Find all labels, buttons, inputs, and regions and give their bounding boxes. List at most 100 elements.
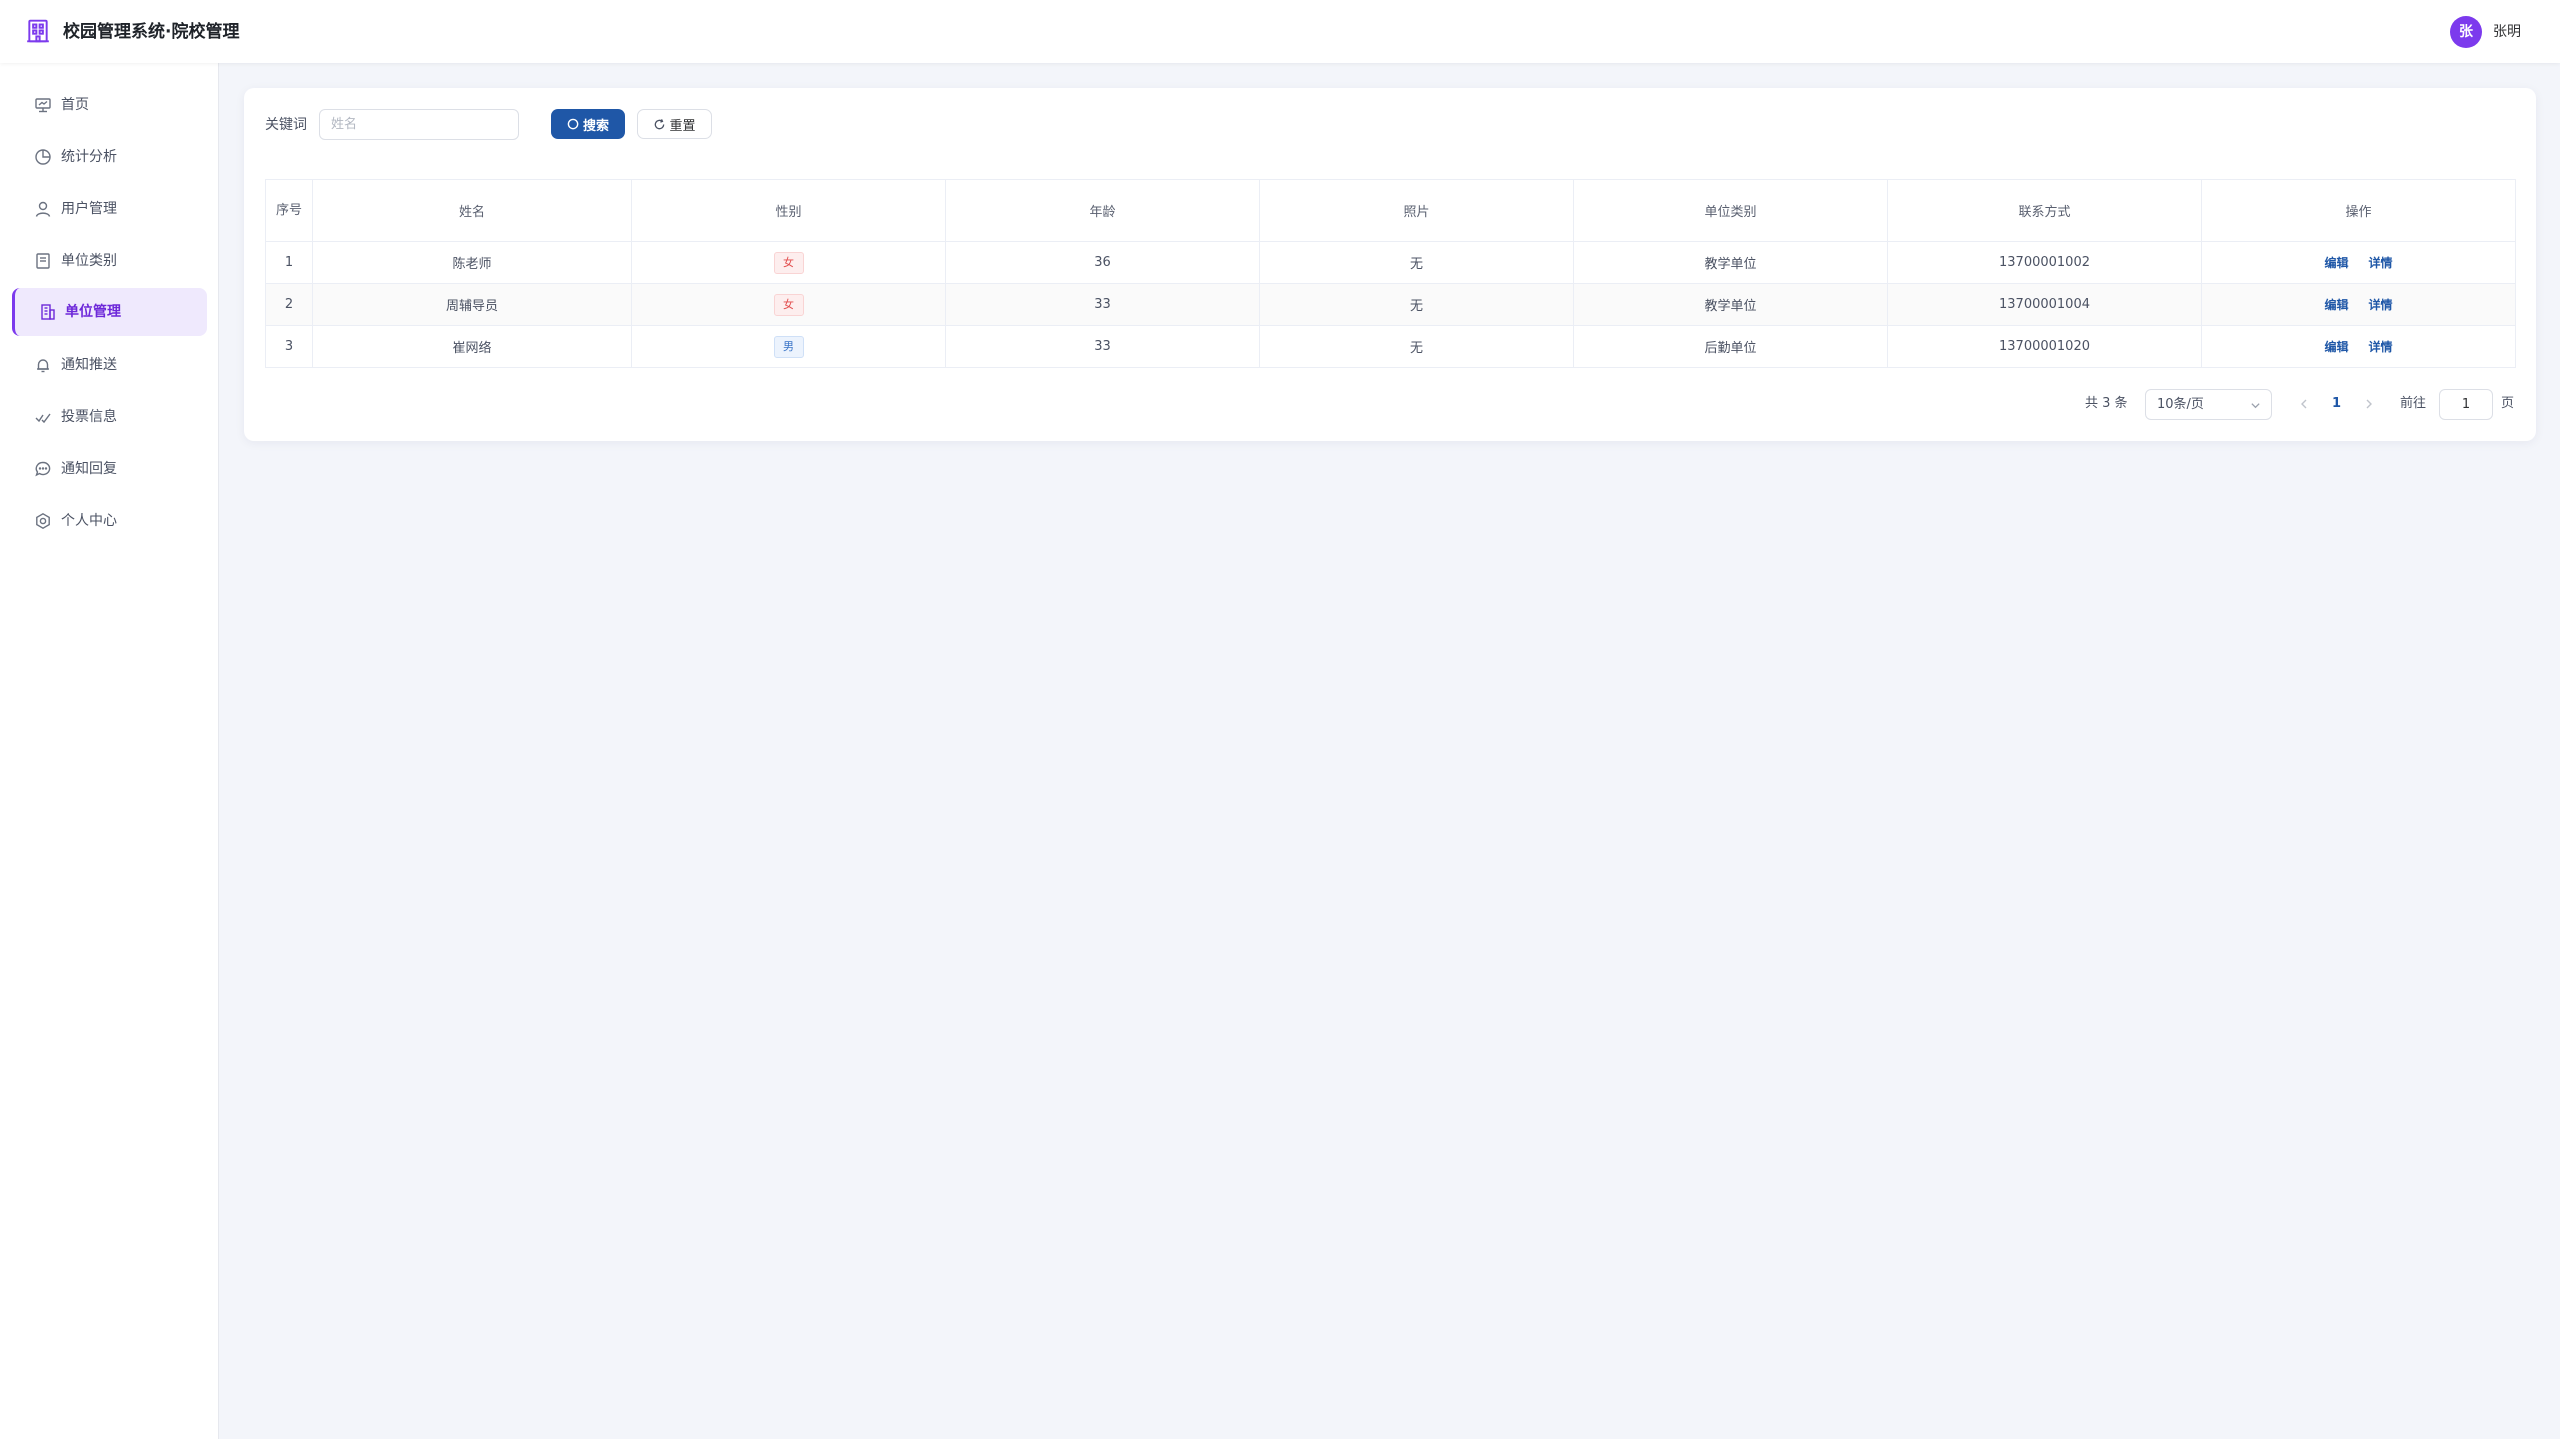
column-header-category: 单位类别 bbox=[1573, 179, 1888, 242]
sidebar-item-label: 单位管理 bbox=[65, 304, 121, 320]
vote-icon bbox=[34, 408, 52, 426]
page-size-value: 10条/页 bbox=[2157, 397, 2204, 412]
bell-icon bbox=[34, 356, 52, 374]
user-icon bbox=[34, 200, 52, 218]
table-header-row: 序号 姓名 性别 年龄 照片 单位类别 联系方式 操作 bbox=[265, 179, 2516, 242]
column-header-photo: 照片 bbox=[1259, 179, 1574, 242]
gender-tag: 女 bbox=[773, 293, 804, 316]
gender-tag: 女 bbox=[773, 251, 804, 274]
top-header: 校园管理系统·院校管理 张 张明 bbox=[0, 0, 2560, 63]
reset-button-label: 重置 bbox=[669, 118, 696, 134]
refresh-icon bbox=[655, 118, 665, 129]
keyword-label: 关键词 bbox=[265, 117, 307, 133]
app-title: 校园管理系统·院校管理 bbox=[63, 22, 240, 42]
gear-icon bbox=[34, 512, 52, 530]
sidebar-item-personal-center[interactable]: 个人中心 bbox=[12, 497, 207, 545]
dashboard-icon bbox=[34, 96, 52, 114]
chevron-right-icon bbox=[2366, 399, 2372, 409]
cell-category: 后勤单位 bbox=[1573, 325, 1888, 368]
cell-index: 3 bbox=[265, 325, 313, 368]
sidebar-item-label: 首页 bbox=[61, 97, 89, 113]
sidebar-item-label: 个人中心 bbox=[61, 513, 117, 529]
cell-name: 崔网络 bbox=[312, 325, 632, 368]
cell-contact: 13700001020 bbox=[1887, 325, 2202, 368]
table-row: 2 周辅导员 女 33 无 教学单位 13700001004 编辑 详情 bbox=[265, 283, 2516, 326]
column-header-actions: 操作 bbox=[2201, 179, 2516, 242]
gender-tag: 男 bbox=[773, 335, 804, 358]
search-button-label: 搜索 bbox=[582, 118, 609, 134]
detail-link[interactable]: 详情 bbox=[2369, 298, 2393, 312]
sidebar: 首页 统计分析 用户管理 单位类别 单位管理 通知推送 投票信息 通知回复 个人… bbox=[0, 63, 219, 1439]
column-header-contact: 联系方式 bbox=[1887, 179, 2202, 242]
sidebar-item-unit-management[interactable]: 单位管理 bbox=[12, 288, 207, 336]
edit-link[interactable]: 编辑 bbox=[2324, 340, 2348, 354]
cell-contact: 13700001002 bbox=[1887, 241, 2202, 284]
cell-contact: 13700001004 bbox=[1887, 283, 2202, 326]
sidebar-item-notification-push[interactable]: 通知推送 bbox=[12, 341, 207, 389]
column-header-index: 序号 bbox=[265, 179, 313, 242]
cell-name: 周辅导员 bbox=[312, 283, 632, 326]
cell-actions: 编辑 详情 bbox=[2201, 241, 2516, 284]
sidebar-item-label: 通知回复 bbox=[61, 461, 117, 477]
page-number[interactable]: 1 bbox=[2332, 394, 2341, 414]
table-row: 3 崔网络 男 33 无 后勤单位 13700001020 编辑 详情 bbox=[265, 325, 2516, 368]
cell-actions: 编辑 详情 bbox=[2201, 283, 2516, 326]
pie-chart-icon bbox=[34, 148, 52, 166]
search-input[interactable] bbox=[319, 109, 519, 140]
pagination-total: 共 3 条 bbox=[2085, 396, 2128, 411]
cell-photo: 无 bbox=[1259, 283, 1574, 326]
page-unit-label: 页 bbox=[2501, 396, 2515, 411]
sidebar-item-notification-reply[interactable]: 通知回复 bbox=[12, 445, 207, 493]
column-header-age: 年龄 bbox=[945, 179, 1260, 242]
cell-name: 陈老师 bbox=[312, 241, 632, 284]
edit-link[interactable]: 编辑 bbox=[2324, 298, 2348, 312]
cell-index: 2 bbox=[265, 283, 313, 326]
cell-age: 33 bbox=[945, 325, 1260, 368]
reset-button[interactable]: 重置 bbox=[637, 109, 712, 139]
goto-label: 前往 bbox=[2400, 396, 2427, 411]
cell-photo: 无 bbox=[1259, 325, 1574, 368]
document-icon bbox=[34, 252, 52, 270]
building-logo-icon bbox=[25, 18, 51, 44]
sidebar-item-unit-category[interactable]: 单位类别 bbox=[12, 237, 207, 285]
cell-category: 教学单位 bbox=[1573, 283, 1888, 326]
chat-icon bbox=[34, 460, 52, 478]
chevron-left-icon bbox=[2301, 399, 2307, 409]
page-size-select[interactable]: 10条/页 bbox=[2145, 389, 2272, 420]
sidebar-item-vote-info[interactable]: 投票信息 bbox=[12, 393, 207, 441]
building-icon bbox=[39, 303, 57, 321]
goto-page-input[interactable] bbox=[2439, 389, 2493, 420]
cell-category: 教学单位 bbox=[1573, 241, 1888, 284]
search-button[interactable]: 搜索 bbox=[551, 109, 625, 139]
chevron-down-icon bbox=[2251, 403, 2260, 409]
table-row: 1 陈老师 女 36 无 教学单位 13700001002 编辑 详情 bbox=[265, 241, 2516, 284]
cell-gender: 女 bbox=[631, 241, 946, 284]
cell-index: 1 bbox=[265, 241, 313, 284]
column-header-name: 姓名 bbox=[312, 179, 632, 242]
search-icon bbox=[567, 118, 579, 129]
sidebar-item-statistics[interactable]: 统计分析 bbox=[12, 133, 207, 181]
prev-page-button[interactable] bbox=[2296, 394, 2312, 414]
avatar[interactable]: 张 bbox=[2450, 16, 2482, 48]
cell-age: 33 bbox=[945, 283, 1260, 326]
sidebar-item-home[interactable]: 首页 bbox=[12, 81, 207, 129]
next-page-button[interactable] bbox=[2361, 394, 2377, 414]
edit-link[interactable]: 编辑 bbox=[2324, 256, 2348, 270]
sidebar-item-label: 通知推送 bbox=[61, 357, 117, 373]
sidebar-item-label: 投票信息 bbox=[61, 409, 117, 425]
user-name[interactable]: 张明 bbox=[2493, 20, 2521, 44]
detail-link[interactable]: 详情 bbox=[2369, 340, 2393, 354]
cell-actions: 编辑 详情 bbox=[2201, 325, 2516, 368]
cell-gender: 女 bbox=[631, 283, 946, 326]
cell-photo: 无 bbox=[1259, 241, 1574, 284]
sidebar-item-label: 统计分析 bbox=[61, 149, 117, 165]
column-header-gender: 性别 bbox=[631, 179, 946, 242]
cell-gender: 男 bbox=[631, 325, 946, 368]
content-card: 关键词 搜索 重置 序号 姓名 性别 年龄 照片 单位类别 联系方式 操作 bbox=[244, 88, 2536, 441]
sidebar-item-label: 用户管理 bbox=[61, 201, 117, 217]
detail-link[interactable]: 详情 bbox=[2369, 256, 2393, 270]
cell-age: 36 bbox=[945, 241, 1260, 284]
sidebar-item-label: 单位类别 bbox=[61, 253, 117, 269]
data-table: 序号 姓名 性别 年龄 照片 单位类别 联系方式 操作 1 陈老师 女 36 无… bbox=[265, 179, 2516, 368]
sidebar-item-users[interactable]: 用户管理 bbox=[12, 185, 207, 233]
